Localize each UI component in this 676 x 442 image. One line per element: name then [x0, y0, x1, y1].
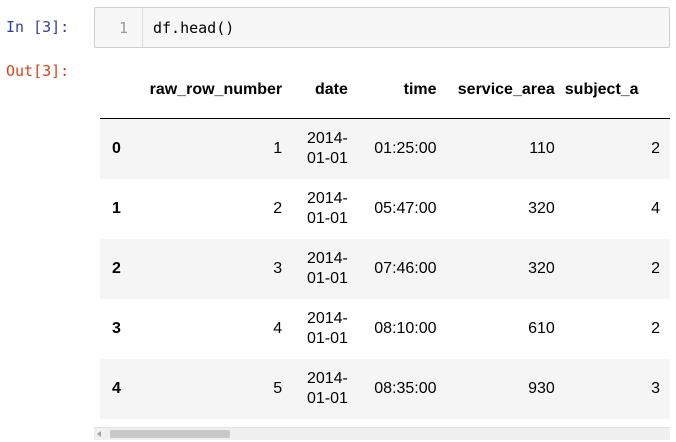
date-line-2: 01-01 — [306, 209, 348, 227]
column-header-subject-a: subject_a — [564, 62, 670, 119]
row-index: 4 — [112, 379, 121, 397]
date-line-2: 01-01 — [306, 149, 348, 167]
table-row: 4 5 2014- 01-01 08:35:00 930 3 — [100, 358, 670, 419]
date-line-2: 01-01 — [306, 389, 348, 407]
table-row: 0 1 2014- 01-01 01:25:00 110 2 — [100, 118, 670, 179]
cell-raw-row-number: 5 — [273, 379, 283, 397]
date-line-1: 2014- — [306, 369, 348, 387]
cell-time: 08:10:00 — [374, 319, 437, 337]
cell-raw-row-number: 4 — [273, 319, 283, 337]
index-header — [100, 62, 134, 119]
horizontal-scrollbar[interactable] — [94, 427, 670, 440]
cell-subject-a: 2 — [651, 139, 660, 157]
output-prompt: Out[3]: — [6, 62, 70, 80]
cell-time: 01:25:00 — [374, 139, 437, 157]
scroll-left-arrow-icon[interactable] — [97, 431, 101, 437]
cell-date: 2014- 01-01 — [292, 179, 358, 239]
cell-date: 2014- 01-01 — [292, 119, 358, 179]
row-index: 0 — [112, 139, 121, 157]
cell-service-area: 110 — [529, 139, 555, 157]
cell-service-area: 930 — [528, 379, 555, 397]
date-line-2: 01-01 — [306, 329, 348, 347]
cell-time: 08:35:00 — [374, 379, 437, 397]
table-header-row: raw_row_number date time service_area su… — [100, 62, 670, 119]
column-header-service-area: service_area — [446, 62, 565, 119]
cell-time: 05:47:00 — [374, 199, 437, 217]
table-row: 3 4 2014- 01-01 08:10:00 610 2 — [100, 299, 670, 359]
cell-time: 07:46:00 — [374, 259, 437, 277]
output-area: raw_row_number date time service_area su… — [100, 62, 670, 422]
cell-raw-row-number: 3 — [273, 259, 283, 277]
cell-date: 2014- 01-01 — [292, 239, 358, 299]
code-text[interactable]: df.head() — [153, 19, 234, 37]
date-line-2: 01-01 — [306, 269, 348, 287]
input-prompt: In [3]: — [6, 18, 70, 36]
code-input-cell[interactable]: 1 df.head() — [94, 7, 670, 48]
cell-date: 2014- 01-01 — [292, 299, 358, 359]
cell-subject-a: 2 — [651, 259, 660, 277]
date-line-1: 2014- — [306, 249, 348, 267]
cell-subject-a: 2 — [651, 319, 660, 337]
scrollbar-thumb[interactable] — [110, 430, 230, 438]
row-index: 3 — [112, 319, 121, 337]
column-header-raw-row-number: raw_row_number — [133, 62, 293, 119]
date-line-1: 2014- — [306, 309, 348, 327]
cell-service-area: 320 — [528, 199, 555, 217]
dataframe-table: raw_row_number date time service_area su… — [100, 62, 670, 419]
row-index: 2 — [112, 259, 121, 277]
cell-raw-row-number: 1 — [273, 139, 283, 157]
line-number-gutter: 1 — [95, 8, 143, 47]
cell-service-area: 610 — [528, 319, 555, 337]
date-line-1: 2014- — [306, 189, 348, 207]
row-index: 1 — [112, 199, 121, 217]
cell-subject-a: 3 — [651, 379, 660, 397]
cell-subject-a: 4 — [651, 199, 660, 217]
line-number: 1 — [118, 19, 128, 37]
cell-date: 2014- 01-01 — [292, 359, 358, 419]
table-row: 2 3 2014- 01-01 07:46:00 320 2 — [100, 238, 670, 299]
date-line-1: 2014- — [306, 129, 348, 147]
column-header-time: time — [357, 62, 447, 119]
column-header-date: date — [292, 62, 358, 119]
cell-service-area: 320 — [528, 259, 555, 277]
cell-raw-row-number: 2 — [273, 199, 283, 217]
table-row: 1 2 2014- 01-01 05:47:00 320 4 — [100, 179, 670, 239]
